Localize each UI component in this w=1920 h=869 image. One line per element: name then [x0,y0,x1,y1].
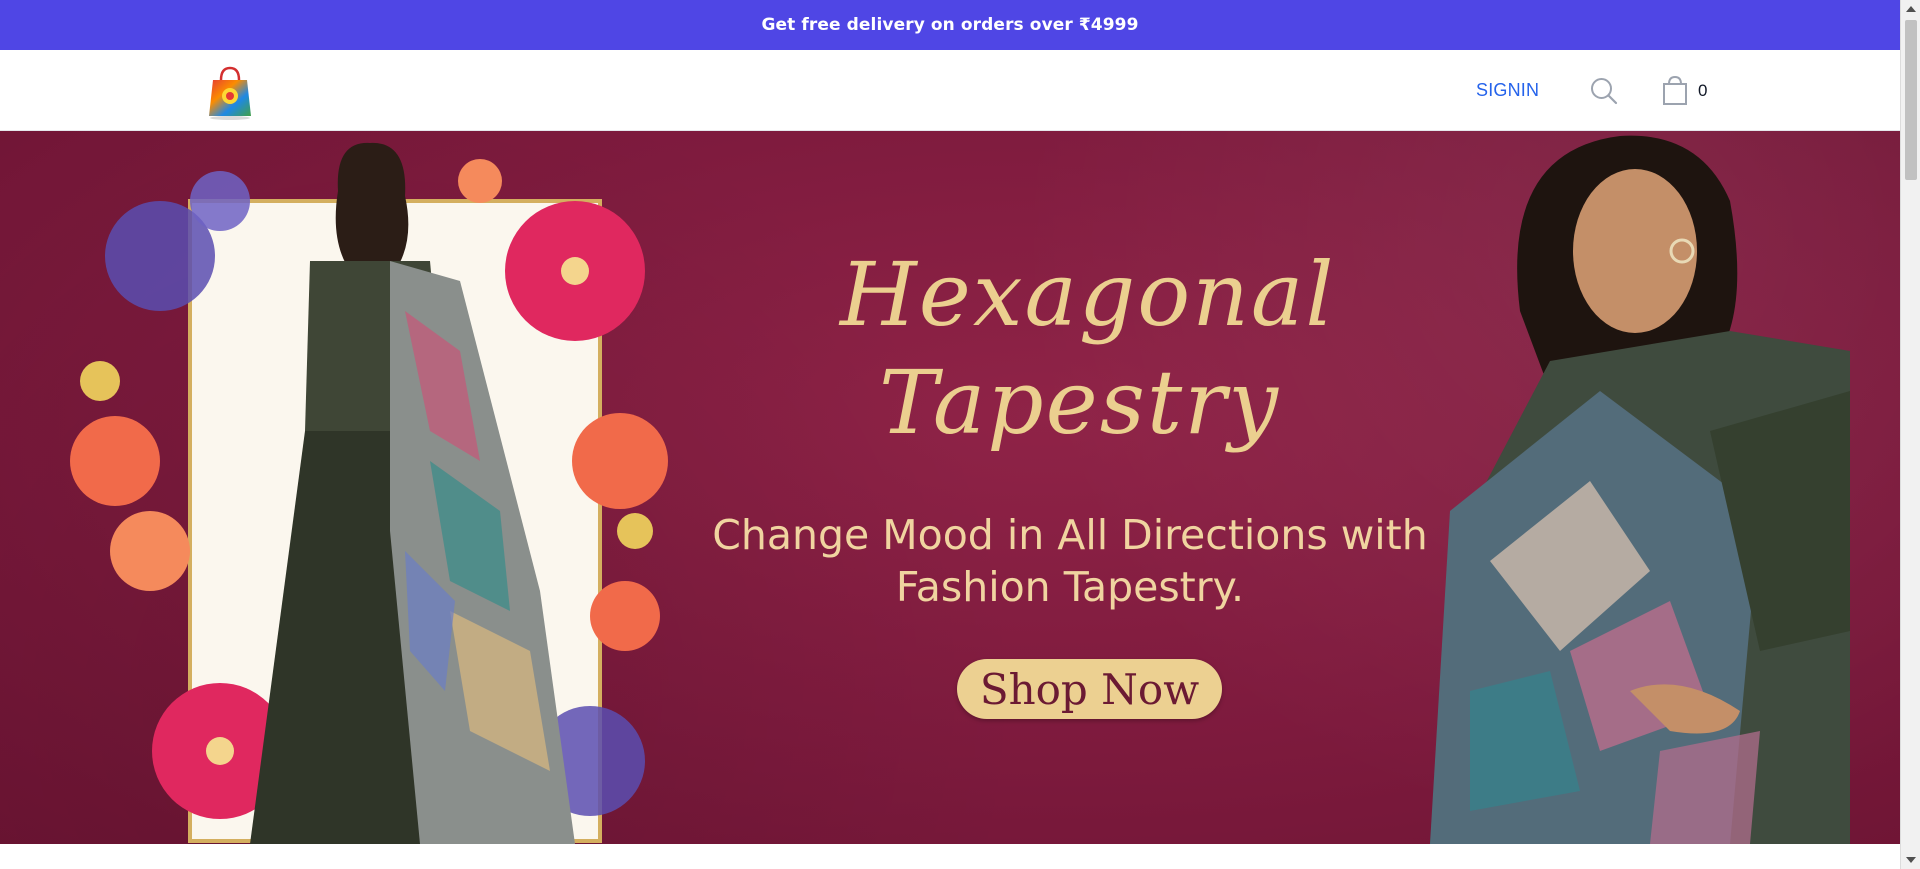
site-header: SIGNIN 0 [0,50,1900,131]
signin-link[interactable]: SIGNIN [1476,80,1539,101]
cart-count-badge[interactable]: 0 [1698,81,1707,101]
hero-headline: Hexagonal Tapestry [820,241,1336,457]
hero-subline: Change Mood in All Directions with Fashi… [710,509,1430,613]
announcement-text: Get free delivery on orders over ₹4999 [761,15,1139,35]
shop-now-button[interactable]: Shop Now [957,659,1222,719]
search-icon[interactable] [1589,76,1619,106]
headline-line-1: Hexagonal [840,243,1336,346]
headline-line-2: Tapestry [878,351,1280,454]
announcement-bar: Get free delivery on orders over ₹4999 [0,0,1900,50]
saree-figure-right [1430,135,1850,844]
scroll-down-arrow-icon[interactable] [1906,857,1916,863]
right-model-image [1430,135,1850,844]
left-model-image [70,142,668,844]
subline-line-2: Fashion Tapestry. [895,563,1245,611]
subline-line-1: Change Mood in All Directions with [712,511,1428,559]
page: Get free delivery on orders over ₹4999 S… [0,0,1920,869]
vertical-scrollbar[interactable] [1900,0,1920,869]
cart-icon[interactable] [1660,74,1690,106]
hero-banner: Hexagonal Tapestry Change Mood in All Di… [0,131,1900,844]
scroll-up-arrow-icon[interactable] [1906,6,1916,12]
scrollbar-thumb[interactable] [1905,20,1917,180]
shopping-bag-logo-icon[interactable] [205,62,255,120]
